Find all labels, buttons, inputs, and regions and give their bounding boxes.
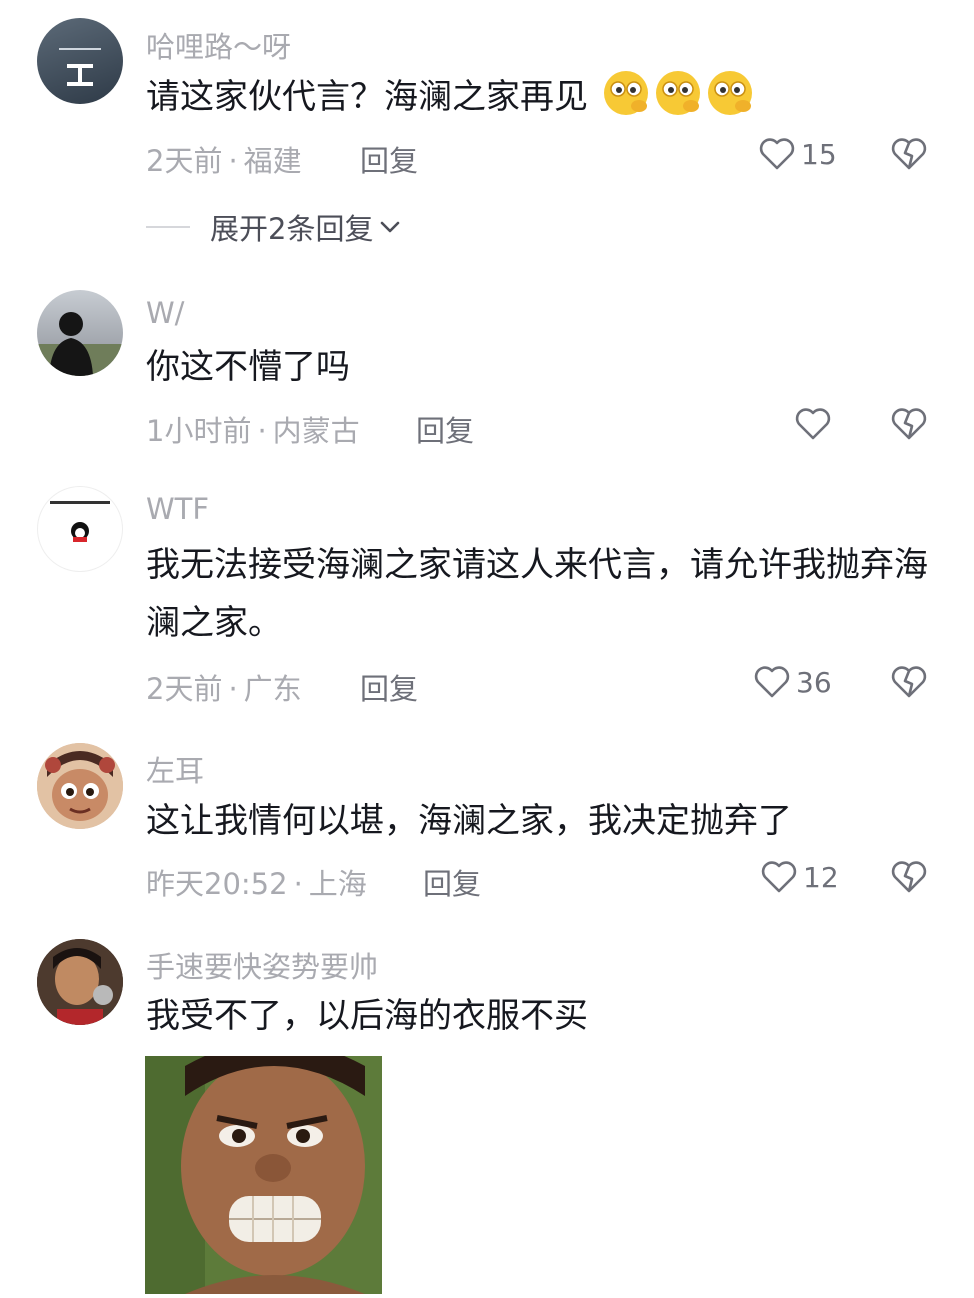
like-button[interactable]: 36	[752, 662, 832, 702]
heart-icon	[761, 861, 797, 893]
heart-icon	[754, 666, 790, 698]
avatar[interactable]	[37, 939, 123, 1025]
dislike-button[interactable]	[889, 662, 929, 706]
broken-heart-icon	[891, 861, 927, 893]
username[interactable]: 左耳	[146, 748, 204, 790]
reply-button[interactable]: 回复	[416, 408, 474, 450]
avatar[interactable]	[37, 486, 123, 572]
reply-button[interactable]: 回复	[360, 138, 418, 180]
broken-heart-icon	[891, 666, 927, 698]
dislike-button[interactable]	[889, 404, 929, 448]
like-button[interactable]: 15	[757, 134, 837, 174]
comment-text: 你这不懵了吗	[146, 347, 350, 387]
comment-meta: 昨天20:52 · 上海	[146, 867, 367, 901]
like-count: 12	[803, 860, 839, 894]
broken-heart-icon	[891, 138, 927, 170]
like-button[interactable]: 12	[759, 857, 839, 897]
like-count: 15	[801, 137, 837, 171]
dislike-button[interactable]	[889, 857, 929, 901]
reply-button[interactable]: 回复	[360, 666, 418, 708]
laugh-emoji-icon	[588, 71, 755, 117]
comment-text: 请这家伙代言？海澜之家再见	[146, 68, 936, 126]
username[interactable]: W/	[146, 296, 184, 330]
username[interactable]: 哈哩路～呀	[146, 24, 291, 66]
comment-meta: 2天前 · 广东	[146, 672, 302, 706]
like-button[interactable]	[793, 404, 833, 444]
reply-button[interactable]: 回复	[423, 861, 481, 903]
comment-image[interactable]	[145, 1056, 382, 1294]
heart-icon	[795, 408, 831, 440]
avatar[interactable]	[37, 18, 123, 104]
comment-meta: 1小时前 · 内蒙古	[146, 414, 360, 448]
chevron-down-icon	[381, 221, 400, 233]
comment-text: 我受不了，以后海的衣服不买	[146, 996, 588, 1036]
comment-text: 这让我情何以堪，海澜之家，我决定抛弃了	[146, 801, 792, 841]
expand-replies-button[interactable]: 展开2条回复	[146, 206, 403, 248]
heart-icon	[759, 138, 795, 170]
broken-heart-icon	[891, 408, 927, 440]
avatar[interactable]	[37, 743, 123, 829]
username[interactable]: 手速要快姿势要帅	[146, 944, 378, 986]
avatar[interactable]	[37, 290, 123, 376]
comment-meta: 2天前 · 福建	[146, 144, 302, 178]
username[interactable]: WTF	[146, 492, 209, 526]
like-count: 36	[796, 665, 832, 699]
dislike-button[interactable]	[889, 134, 929, 178]
divider	[146, 226, 190, 228]
comment-text: 我无法接受海澜之家请这人来代言，请允许我抛弃海澜之家。	[146, 545, 928, 643]
expand-replies-label: 展开2条回复	[210, 212, 374, 246]
